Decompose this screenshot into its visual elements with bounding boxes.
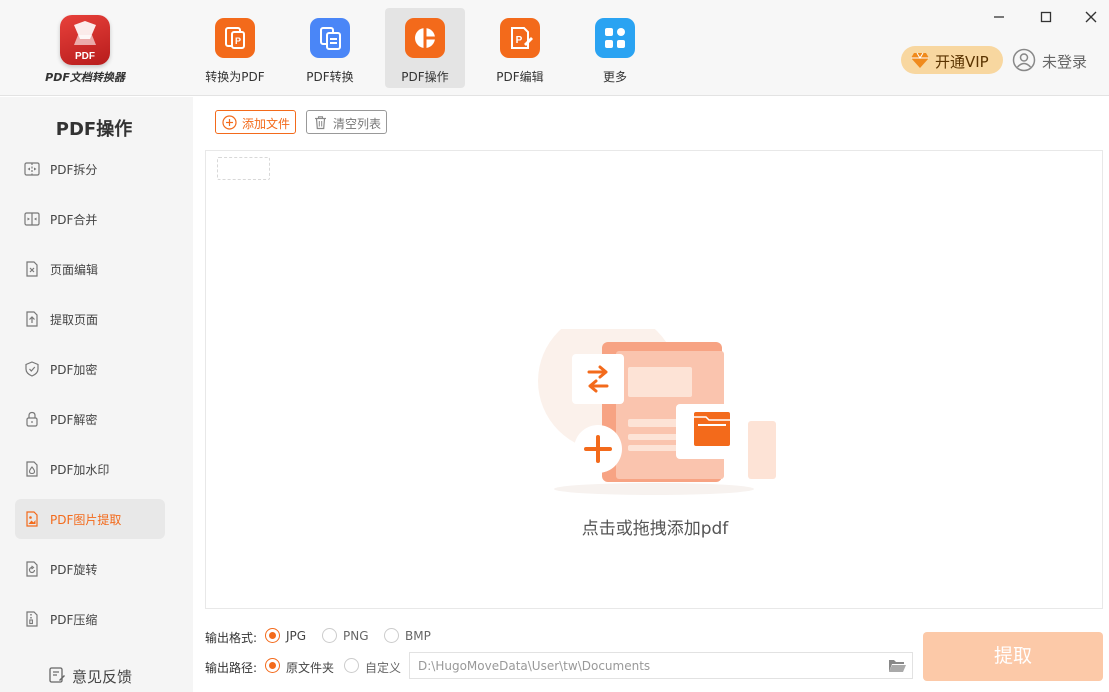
user-avatar-icon — [1012, 48, 1036, 72]
sidebar-item-extract-page[interactable]: 提取页面 — [15, 299, 165, 339]
top-header: PDF PDF文档转换器 P 转换为PDF PDF转换 PDF操作 P PDF编… — [0, 0, 1109, 96]
format-label-png: PNG — [343, 629, 369, 643]
login-button[interactable]: 未登录 — [1012, 47, 1102, 73]
nav-label: 转换为PDF — [205, 70, 265, 84]
nav-label: PDF操作 — [401, 70, 449, 84]
compress-icon — [26, 611, 38, 627]
path-radio-original-folder[interactable] — [265, 658, 280, 673]
nav-label: PDF编辑 — [496, 70, 544, 84]
plus-circle-icon — [222, 115, 237, 130]
sidebar-item-pdf-merge[interactable]: PDF合并 — [15, 199, 165, 239]
file-drop-area[interactable]: 点击或拖拽添加pdf — [205, 150, 1103, 609]
nav-tab-convert-to-pdf[interactable]: P 转换为PDF — [195, 8, 275, 88]
split-icon — [24, 162, 40, 176]
sidebar-item-label: PDF合并 — [50, 213, 98, 227]
feedback-button[interactable]: 意见反馈 — [48, 664, 168, 686]
app-logo-label: PDF文档转换器 — [45, 71, 125, 84]
feedback-icon — [49, 667, 65, 683]
nav-tab-pdf-edit[interactable]: P PDF编辑 — [480, 8, 560, 88]
add-file-label: 添加文件 — [242, 117, 291, 131]
add-file-button[interactable]: 添加文件 — [215, 110, 296, 134]
sidebar-item-label: PDF加水印 — [50, 463, 110, 477]
vip-button[interactable]: 开通VIP — [901, 46, 1003, 74]
login-label: 未登录 — [1042, 53, 1088, 71]
sidebar-item-label: 页面编辑 — [50, 263, 99, 277]
format-radio-bmp[interactable] — [384, 628, 399, 643]
sidebar-item-pdf-watermark[interactable]: PDF加水印 — [15, 449, 165, 489]
sidebar-item-page-edit[interactable]: 页面编辑 — [15, 249, 165, 289]
extract-page-icon — [26, 311, 38, 327]
pdf-edit-icon: P — [500, 18, 540, 58]
output-path-input[interactable] — [409, 652, 913, 679]
pdf-operation-icon — [405, 18, 445, 58]
nav-tab-pdf-convert[interactable]: PDF转换 — [290, 8, 370, 88]
convert-to-pdf-icon: P — [215, 18, 255, 58]
sidebar-item-label: PDF旋转 — [50, 563, 98, 577]
merge-icon — [24, 212, 40, 226]
sidebar-item-label: PDF图片提取 — [50, 513, 122, 527]
nav-tab-pdf-operation[interactable]: PDF操作 — [385, 8, 465, 88]
sidebar-item-label: PDF压缩 — [50, 613, 98, 627]
sidebar-item-label: PDF拆分 — [50, 163, 98, 177]
vip-label: 开通VIP — [935, 53, 989, 71]
format-label-jpg: JPG — [286, 629, 307, 643]
nav-tab-more[interactable]: 更多 — [575, 8, 655, 88]
clear-list-label: 清空列表 — [333, 117, 382, 131]
sidebar-item-pdf-image-extract[interactable]: PDF图片提取 — [15, 499, 165, 539]
sidebar-item-label: PDF解密 — [50, 413, 98, 427]
output-path-label: 输出路径: — [205, 661, 258, 675]
sidebar-item-pdf-decrypt[interactable]: PDF解密 — [15, 399, 165, 439]
folder-open-icon[interactable] — [887, 657, 907, 675]
sidebar-item-pdf-encrypt[interactable]: PDF加密 — [15, 349, 165, 389]
nav-label: PDF转换 — [306, 70, 354, 84]
path-label-original-folder: 原文件夹 — [286, 661, 335, 675]
svg-text:P: P — [235, 36, 241, 46]
drop-hint-text: 点击或拖拽添加pdf — [581, 519, 729, 539]
format-radio-jpg[interactable] — [265, 628, 280, 643]
file-placeholder — [217, 157, 270, 180]
sidebar-item-pdf-compress[interactable]: PDF压缩 — [15, 599, 165, 639]
add-file-illustration — [538, 329, 776, 495]
output-format-label: 输出格式: — [205, 631, 258, 645]
maximize-icon[interactable] — [1035, 6, 1057, 28]
trash-icon — [315, 116, 326, 130]
sidebar-item-pdf-rotate[interactable]: PDF旋转 — [15, 549, 165, 589]
path-radio-custom[interactable] — [344, 658, 359, 673]
diamond-icon — [911, 52, 929, 68]
extract-button[interactable]: 提取 — [923, 632, 1103, 681]
pdf-convert-icon — [310, 18, 350, 58]
minimize-icon[interactable] — [988, 6, 1010, 28]
feedback-label: 意见反馈 — [72, 668, 133, 686]
pdf-logo-icon: PDF — [60, 15, 110, 65]
sidebar-item-label: PDF加密 — [50, 363, 98, 377]
sidebar-title: PDF操作 — [55, 119, 133, 140]
watermark-icon — [26, 461, 38, 477]
clear-list-button[interactable]: 清空列表 — [306, 110, 387, 134]
app-window: PDF PDF文档转换器 P 转换为PDF PDF转换 PDF操作 P PDF编… — [0, 0, 1109, 692]
unlock-icon — [26, 411, 38, 427]
svg-text:P: P — [516, 35, 523, 46]
format-radio-png[interactable] — [322, 628, 337, 643]
nav-label: 更多 — [602, 70, 627, 84]
rotate-icon — [26, 561, 38, 577]
sidebar-item-pdf-split[interactable]: PDF拆分 — [15, 149, 165, 189]
format-label-bmp: BMP — [405, 629, 431, 643]
shield-icon — [25, 361, 39, 377]
image-extract-icon — [26, 511, 38, 527]
sidebar: PDF操作 PDF拆分 PDF合并 页面编辑 提取页面 PDF加密 PDF解密 … — [0, 97, 193, 692]
close-icon[interactable] — [1080, 6, 1102, 28]
page-edit-icon — [26, 261, 38, 277]
path-label-custom: 自定义 — [365, 661, 402, 675]
sidebar-item-label: 提取页面 — [50, 313, 99, 327]
logo-icon-text: PDF — [75, 51, 95, 62]
more-apps-icon — [595, 18, 635, 58]
